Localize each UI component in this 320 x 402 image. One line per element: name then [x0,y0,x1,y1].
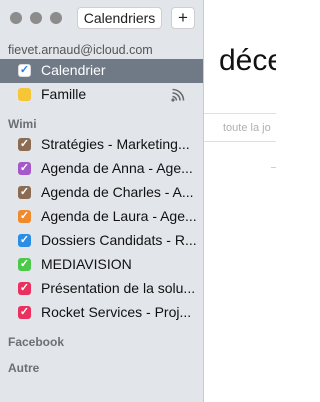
calendar-item-label: Calendrier [41,62,106,78]
checkbox-checked-icon[interactable]: ✓ [18,138,31,151]
calendar-item-label: Présentation de la solu... [41,280,196,296]
calendar-item-label: Agenda de Laura - Age... [41,208,197,224]
calendar-item-label: Rocket Services - Proj... [41,304,192,320]
checkbox-checked-icon[interactable]: ✓ [18,64,31,77]
facebook-group-header: Facebook [8,335,65,349]
grid-tick [271,167,276,168]
window-toolbar: Calendriers + [0,0,204,37]
calendar-item-mediavision[interactable]: ✓ MEDIAVISION [0,253,203,277]
checkbox-checked-icon[interactable]: ✓ [18,234,31,247]
all-day-divider [204,141,276,142]
close-window-icon[interactable] [10,12,22,24]
calendar-item-agenda-anna[interactable]: ✓ Agenda de Anna - Age... [0,157,203,181]
other-group-header: Autre [8,361,40,375]
calendar-item-rocket-services[interactable]: ✓ Rocket Services - Proj... [0,301,203,325]
checkbox-checked-icon[interactable]: ✓ [18,258,31,271]
calendar-sidebar: Calendriers + fievet.arnaud@icloud.com ✓… [0,0,204,402]
month-title: déce [219,44,276,77]
calendars-button[interactable]: Calendriers [77,7,162,29]
calendar-item-label: Agenda de Charles - A... [41,184,194,200]
calendar-item-dossiers-candidats[interactable]: ✓ Dossiers Candidats - R... [0,229,203,253]
header-divider [204,113,276,114]
all-day-label: toute la jo [223,122,271,134]
checkbox-checked-icon[interactable]: ✓ [18,210,31,223]
checkbox-checked-icon[interactable]: ✓ [18,162,31,175]
zoom-window-icon[interactable] [50,12,62,24]
checkbox-unchecked-icon[interactable] [18,88,31,101]
calendar-item-strategies[interactable]: ✓ Stratégies - Marketing... [0,133,203,157]
checkbox-checked-icon[interactable]: ✓ [18,186,31,199]
calendar-item-agenda-laura[interactable]: ✓ Agenda de Laura - Age... [0,205,203,229]
calendar-item-famille[interactable]: Famille [0,83,203,107]
checkbox-checked-icon[interactable]: ✓ [18,282,31,295]
shared-signal-icon [171,88,185,102]
calendar-item-label: Stratégies - Marketing... [41,136,190,152]
calendar-item-agenda-charles[interactable]: ✓ Agenda de Charles - A... [0,181,203,205]
minimize-window-icon[interactable] [30,12,42,24]
add-button[interactable]: + [171,7,195,29]
calendar-item-label: MEDIAVISION [41,256,132,272]
icloud-group-header: fievet.arnaud@icloud.com [8,43,153,57]
calendar-main-view: déce toute la jo [204,0,276,402]
calendar-item-presentation[interactable]: ✓ Présentation de la solu... [0,277,203,301]
calendar-item-label: Agenda de Anna - Age... [41,160,193,176]
calendar-item-label: Dossiers Candidats - R... [41,232,197,248]
calendar-item-calendrier[interactable]: ✓ Calendrier [0,59,203,83]
checkbox-checked-icon[interactable]: ✓ [18,306,31,319]
wimi-group-header: Wimi [8,117,37,131]
